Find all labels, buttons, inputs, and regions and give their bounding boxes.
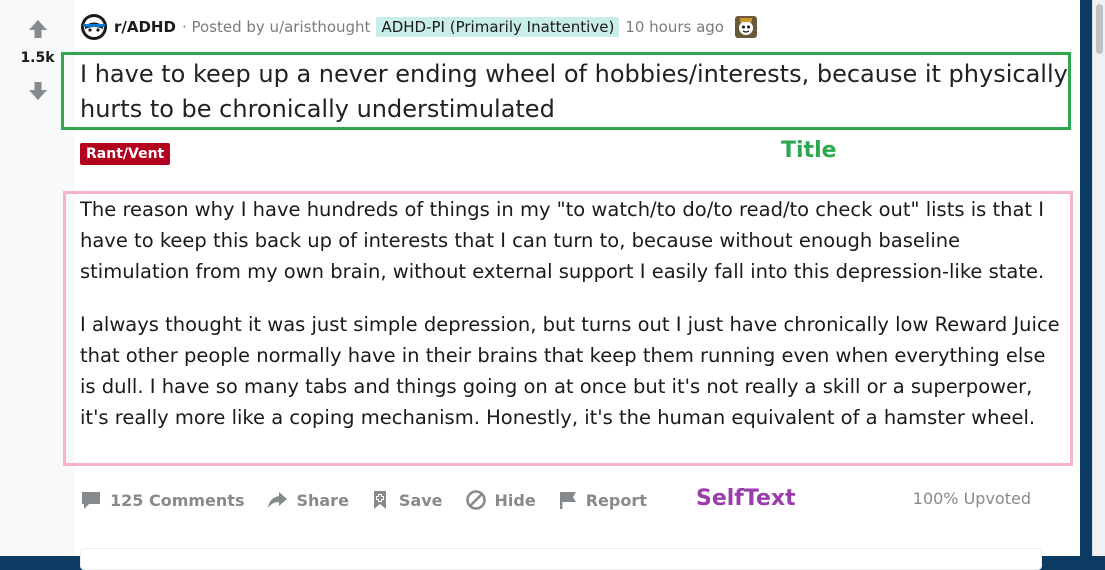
report-button[interactable]: Report	[558, 490, 647, 510]
title-annotation-label: Title	[781, 138, 837, 163]
hide-label: Hide	[494, 490, 536, 510]
flag-icon	[559, 492, 576, 509]
comment-input-box[interactable]	[80, 548, 1042, 570]
comments-button[interactable]: 125 Comments	[80, 490, 244, 510]
post-meta: r/ADHD · Posted by u/aristhought ADHD-PI…	[80, 12, 758, 42]
subreddit-link[interactable]: r/ADHD	[114, 18, 176, 36]
posted-by[interactable]: · Posted by u/aristhought	[182, 18, 371, 36]
hide-circle-slash-icon	[465, 490, 486, 510]
hide-button[interactable]: Hide	[465, 489, 536, 511]
post-flair[interactable]: Rant/Vent	[80, 143, 171, 165]
award-icon[interactable]	[734, 15, 758, 39]
comment-bubble-icon	[82, 492, 100, 509]
user-flair: ADHD-PI (Primarily Inattentive)	[376, 17, 620, 37]
save-button[interactable]: Save	[371, 489, 443, 511]
upvote-ratio: 100% Upvoted	[912, 489, 1031, 508]
share-button[interactable]: Share	[266, 490, 349, 510]
arrow-up-icon	[29, 20, 47, 38]
comments-label: 125 Comments	[110, 490, 245, 510]
selftext-annotation-label: SelfText	[696, 486, 796, 511]
post-actions: 125 Comments Share Save Hide Report	[80, 486, 669, 514]
arrow-down-icon	[29, 82, 47, 100]
share-arrow-icon	[268, 492, 288, 508]
bookmark-plus-icon	[373, 491, 386, 509]
subreddit-icon[interactable]	[80, 13, 108, 41]
selftext-paragraph: I always thought it was just simple depr…	[80, 313, 1060, 429]
post-title[interactable]: I have to keep up a never ending wheel o…	[80, 57, 1070, 127]
save-label: Save	[398, 490, 443, 510]
downvote-button[interactable]	[26, 79, 50, 103]
post-time[interactable]: 10 hours ago	[625, 18, 724, 36]
selftext-paragraph: The reason why I have hundreds of things…	[80, 198, 1045, 283]
share-label: Share	[296, 490, 349, 510]
post-card: 1.5k r/ADHD · Posted by u/aristhought AD…	[0, 0, 1080, 570]
upvote-button[interactable]	[26, 17, 50, 41]
report-label: Report	[585, 490, 647, 510]
scrollbar[interactable]	[1092, 0, 1105, 556]
scrollbar-thumb[interactable]	[1096, 4, 1103, 54]
post-selftext: The reason why I have hundreds of things…	[80, 194, 1065, 455]
